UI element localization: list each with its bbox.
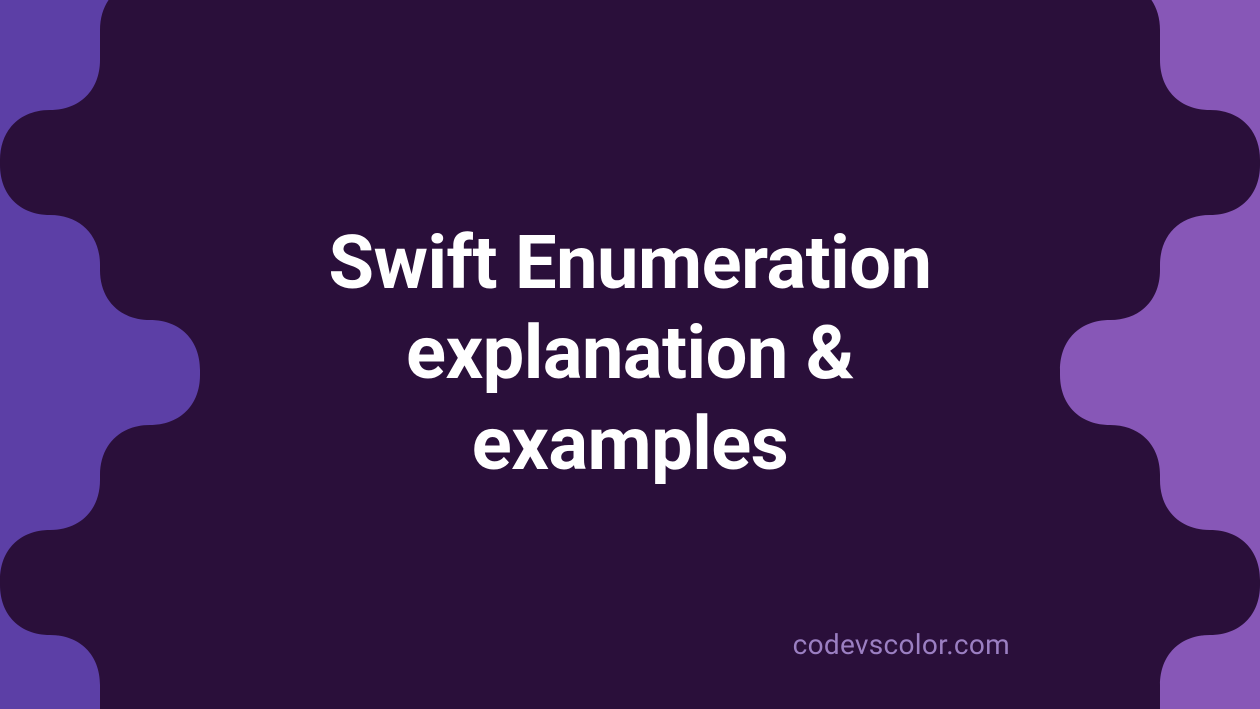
decorative-blob-shape bbox=[0, 0, 1260, 709]
watermark-text: codevscolor.com bbox=[793, 628, 1010, 661]
